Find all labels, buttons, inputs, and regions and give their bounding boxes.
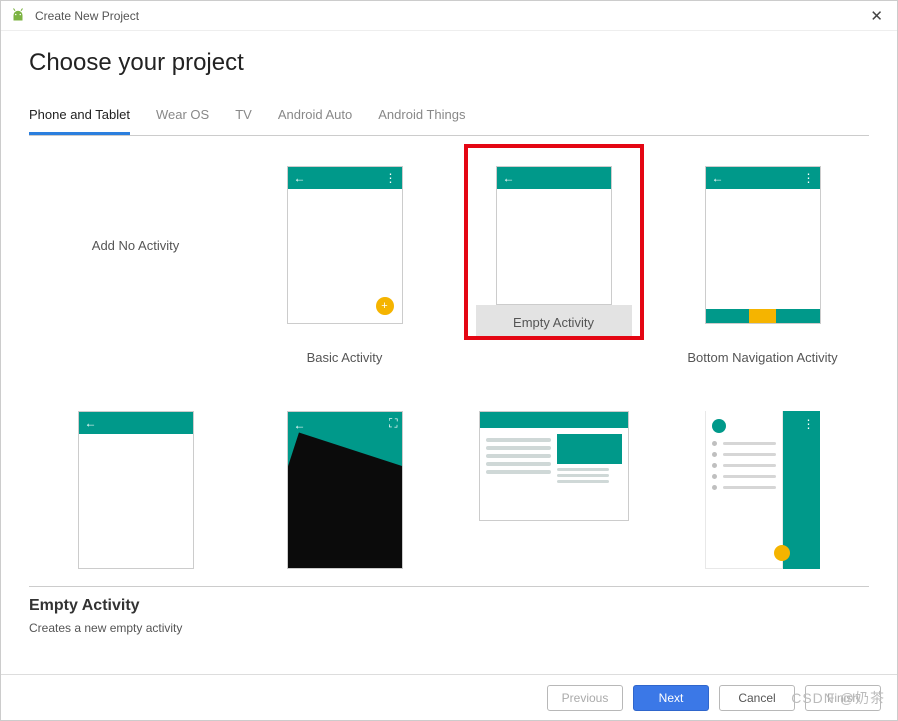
next-button[interactable]: Next (633, 685, 709, 711)
bottom-nav-thumbnail: ←⋮ (705, 166, 821, 324)
template-fragment-viewmodel[interactable]: ← Fragment + ViewModel (31, 385, 240, 587)
window-titlebar: Create New Project ✕ (1, 1, 897, 31)
cancel-button[interactable]: Cancel (719, 685, 795, 711)
overflow-menu-icon: ⋮ (803, 171, 814, 185)
tab-wear-os[interactable]: Wear OS (156, 101, 209, 135)
fab-icon (774, 545, 790, 561)
fab-icon: + (376, 297, 394, 315)
back-arrow-icon: ← (294, 171, 306, 185)
tab-android-things[interactable]: Android Things (378, 101, 465, 135)
tab-phone-tablet[interactable]: Phone and Tablet (29, 101, 130, 135)
back-arrow-icon: ← (712, 171, 724, 185)
template-master-detail[interactable]: Master/Detail Flow (449, 385, 658, 587)
template-navigation-drawer[interactable]: ⋮ Navigation Drawer Activity (658, 385, 867, 587)
nav-drawer-thumbnail: ⋮ (705, 411, 821, 569)
avatar-icon (712, 419, 726, 433)
back-arrow-icon: ← (294, 418, 306, 432)
wizard-footer: Previous Next Cancel Finish (1, 674, 897, 720)
form-factor-tabs: Phone and Tablet Wear OS TV Android Auto… (1, 101, 897, 135)
template-label: Empty Activity (476, 305, 632, 336)
back-arrow-icon: ← (85, 416, 97, 430)
empty-activity-thumbnail: ← (496, 166, 612, 305)
basic-activity-thumbnail: ← ⋮ + (287, 166, 403, 324)
master-detail-thumbnail (479, 411, 629, 521)
finish-button: Finish (805, 685, 881, 711)
previous-button: Previous (547, 685, 623, 711)
tab-tv[interactable]: TV (235, 101, 252, 135)
template-description: Empty Activity Creates a new empty activ… (1, 587, 897, 639)
template-label: Bottom Navigation Activity (662, 340, 863, 371)
template-fullscreen-activity[interactable]: ← ⛶ Fullscreen Activity (240, 385, 449, 587)
template-label: Basic Activity (244, 340, 445, 371)
template-bottom-navigation[interactable]: ←⋮ Bottom Navigation Activity (658, 140, 867, 375)
description-text: Creates a new empty activity (29, 621, 869, 635)
fullscreen-icon: ⛶ (389, 416, 397, 431)
no-activity-thumbnail: Add No Activity (78, 166, 194, 324)
template-basic-activity[interactable]: ← ⋮ + Basic Activity (240, 140, 449, 375)
template-gallery[interactable]: Add No Activity . ←⋮ + Basic Activity ← … (29, 135, 869, 587)
overflow-menu-icon: ⋮ (385, 171, 396, 185)
template-empty-activity[interactable]: ← Empty Activity (449, 140, 658, 375)
window-title: Create New Project (35, 9, 139, 23)
tab-android-auto[interactable]: Android Auto (278, 101, 352, 135)
fragment-vm-thumbnail: ← (78, 411, 194, 569)
back-arrow-icon: ← (503, 171, 515, 185)
overflow-menu-icon: ⋮ (802, 417, 814, 431)
description-title: Empty Activity (29, 597, 869, 615)
template-no-activity[interactable]: Add No Activity . (31, 140, 240, 375)
fullscreen-thumbnail: ← ⛶ (287, 411, 403, 569)
bottom-nav-bar-icon (706, 309, 820, 323)
android-icon (9, 7, 27, 25)
close-icon[interactable]: ✕ (864, 7, 889, 25)
page-title: Choose your project (1, 31, 897, 101)
